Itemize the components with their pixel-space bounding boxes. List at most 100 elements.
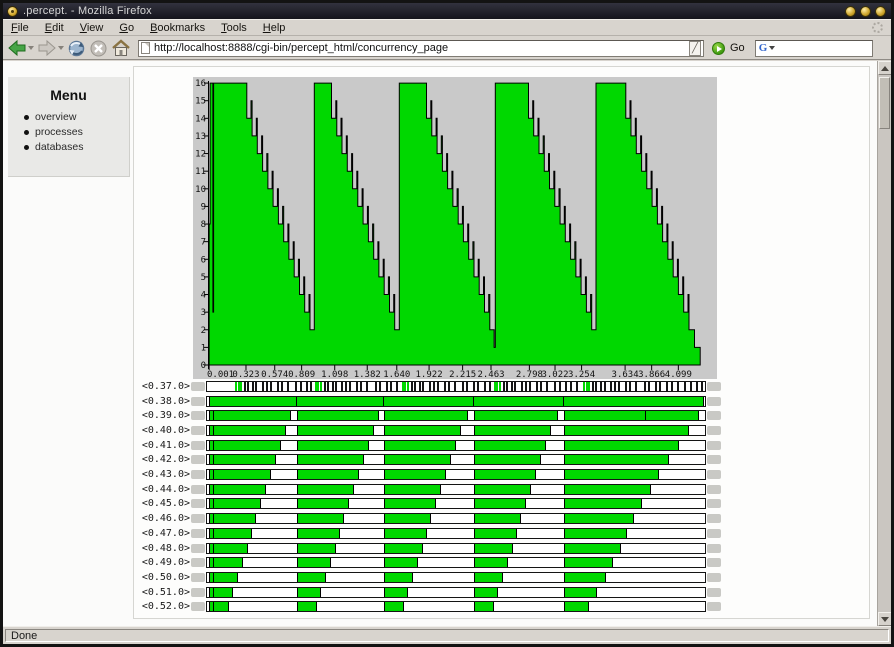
menu-panel-list: overview processes databases: [8, 111, 129, 153]
menu-edit[interactable]: Edit: [37, 21, 72, 35]
activity-bar-track: [206, 542, 706, 554]
process-id-label: <0.38.0>: [141, 395, 190, 407]
back-arrow-icon: [8, 39, 26, 57]
svg-text:3.866: 3.866: [638, 370, 665, 379]
activity-tick-black: [610, 382, 613, 391]
runnable-segment: [208, 455, 276, 465]
runnable-segment: [563, 499, 643, 509]
home-icon: [112, 39, 130, 56]
url-text[interactable]: http://localhost:8888/cgi-bin/percept_ht…: [154, 42, 448, 54]
activity-bar: [191, 600, 721, 613]
menu-file[interactable]: File: [3, 21, 37, 35]
segment-boundary-tick: [213, 470, 215, 480]
runnable-segment: [473, 470, 536, 480]
back-button[interactable]: [7, 38, 34, 58]
menu-help[interactable]: Help: [255, 21, 294, 35]
process-row: <0.52.0>: [134, 600, 869, 614]
segment-boundary-tick: [645, 411, 647, 421]
url-bar[interactable]: http://localhost:8888/cgi-bin/percept_ht…: [138, 39, 704, 57]
runnable-segment: [208, 514, 256, 524]
runnable-segment: [384, 587, 409, 597]
process-row: <0.47.0>: [134, 527, 869, 541]
window-close-button[interactable]: [875, 5, 886, 17]
svg-text:8: 8: [201, 220, 206, 230]
svg-text:1.382: 1.382: [354, 370, 381, 379]
svg-text:16: 16: [195, 79, 206, 89]
stop-button[interactable]: [89, 38, 108, 58]
runnable-segment: [208, 470, 271, 480]
vertical-scrollbar[interactable]: [877, 61, 891, 626]
svg-text:0.574: 0.574: [261, 370, 288, 379]
reload-button[interactable]: [67, 38, 86, 58]
forward-button[interactable]: [37, 38, 64, 58]
menu-bookmarks[interactable]: Bookmarks: [142, 21, 213, 35]
runnable-segment: [297, 602, 318, 612]
activity-tick-black: [265, 382, 268, 391]
runnable-segment: [384, 528, 428, 538]
activity-tick-black: [331, 382, 334, 391]
menu-tools[interactable]: Tools: [213, 21, 255, 35]
activity-bar-track: [206, 601, 706, 613]
activity-tick-green: [588, 382, 591, 391]
segment-boundary-tick: [213, 426, 215, 435]
go-button[interactable]: Go: [712, 41, 745, 55]
svg-text:11: 11: [195, 167, 206, 177]
title-bar: .percept. - Mozilla Firefox: [3, 3, 891, 19]
runnable-segment: [297, 558, 331, 568]
menu-go[interactable]: Go: [111, 21, 142, 35]
forward-dropdown-icon[interactable]: [58, 46, 64, 50]
go-icon: [712, 41, 725, 55]
activity-tick-black: [528, 382, 531, 391]
runnable-segment: [297, 411, 379, 421]
window-maximize-button[interactable]: [860, 5, 871, 17]
process-id-label: <0.51.0>: [141, 586, 190, 598]
url-expander-button[interactable]: ╱: [689, 40, 701, 56]
firefox-app-icon: [7, 5, 18, 17]
activity-tick-black: [341, 382, 344, 391]
bar-left-cap: [191, 499, 205, 509]
menu-view[interactable]: View: [72, 21, 112, 35]
back-dropdown-icon[interactable]: [28, 46, 34, 50]
runnable-segment: [208, 499, 261, 509]
scroll-up-button[interactable]: [878, 61, 891, 75]
segment-boundary-tick: [472, 396, 474, 406]
activity-tick-black: [356, 382, 359, 391]
segment-boundary-tick: [383, 396, 385, 406]
activity-tick-black: [603, 382, 606, 391]
runnable-segment: [563, 572, 606, 582]
activity-bar: [191, 527, 721, 540]
activity-tick-black: [447, 382, 450, 391]
bar-left-cap: [191, 587, 205, 597]
activity-tick-black: [695, 382, 698, 391]
scroll-down-button[interactable]: [878, 612, 891, 626]
window-minimize-button[interactable]: [845, 5, 856, 17]
runnable-segment: [473, 455, 541, 465]
activity-tick-black: [488, 382, 491, 391]
runnable-segment: [473, 528, 517, 538]
activity-tick-black: [545, 382, 548, 391]
runnable-segment: [563, 528, 628, 538]
sidebar-item-processes[interactable]: processes: [24, 126, 129, 138]
bar-left-cap: [191, 396, 205, 406]
activity-tick-black: [677, 382, 680, 391]
process-row: <0.40.0>: [134, 424, 869, 438]
sidebar-item-label: overview: [35, 111, 77, 123]
bar-right-cap: [707, 484, 721, 494]
bar-right-cap: [707, 514, 721, 524]
activity-tick-black: [299, 382, 302, 391]
sidebar-item-databases[interactable]: databases: [24, 141, 129, 153]
bar-left-cap: [191, 543, 205, 553]
scrollbar-thumb[interactable]: [879, 77, 890, 129]
activity-bar-track: [206, 454, 706, 466]
home-button[interactable]: [111, 38, 131, 58]
segment-boundary-tick: [213, 587, 215, 597]
runnable-segment: [384, 558, 419, 568]
activity-tick-black: [385, 382, 388, 391]
search-input[interactable]: G: [754, 39, 873, 57]
activity-tick-black: [461, 382, 464, 391]
sidebar-item-overview[interactable]: overview: [24, 111, 129, 123]
search-engine-dropdown-icon[interactable]: [769, 46, 776, 50]
activity-tick-black: [670, 382, 673, 391]
segment-boundary-tick: [213, 514, 215, 524]
google-search-icon: G: [758, 42, 768, 54]
